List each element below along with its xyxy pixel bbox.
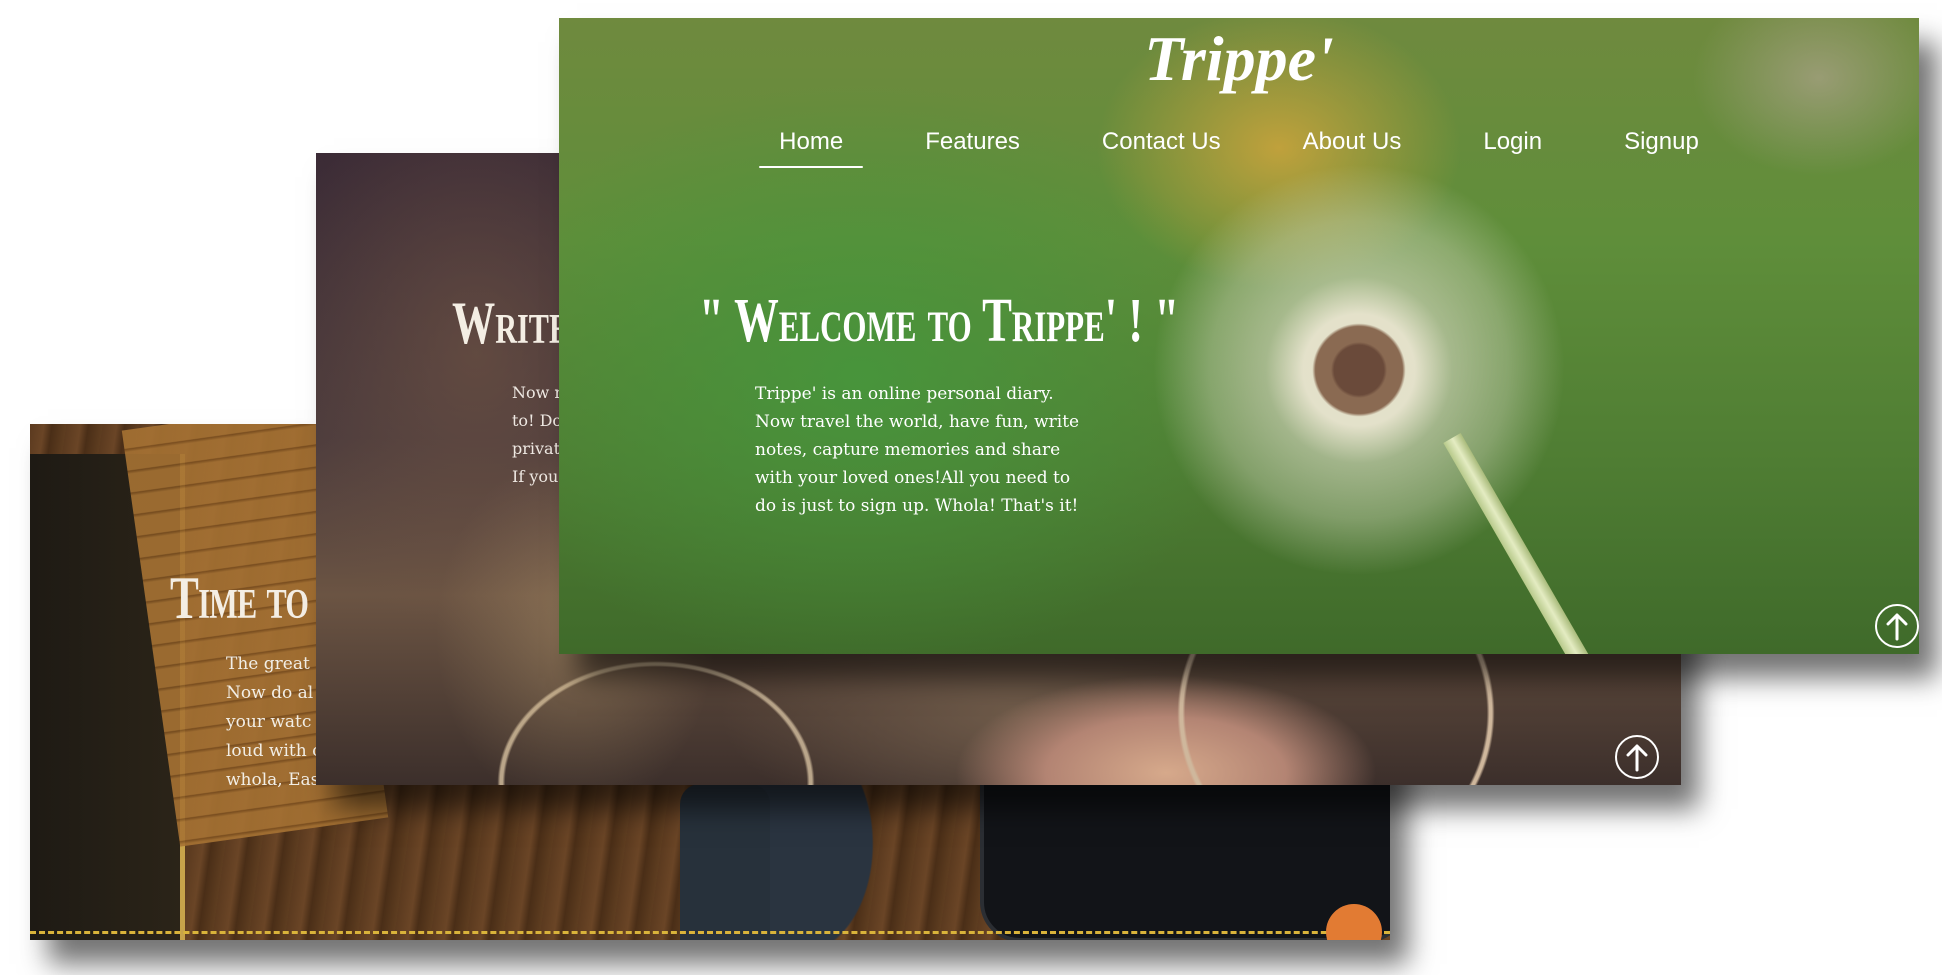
- nav-contact-us[interactable]: Contact Us: [1082, 120, 1241, 170]
- watch-band-image: [680, 784, 770, 940]
- slide-title: Time to u: [170, 565, 340, 631]
- nav-signup[interactable]: Signup: [1604, 120, 1719, 170]
- scroll-up-icon[interactable]: [1615, 735, 1659, 779]
- nav-features[interactable]: Features: [905, 120, 1040, 170]
- hero-description: Trippe' is an online personal diary. Now…: [755, 384, 1080, 516]
- scroll-up-icon[interactable]: [1875, 604, 1919, 648]
- nav-login[interactable]: Login: [1463, 120, 1562, 170]
- slide-card-home: Trippe' Home Features Contact Us About U…: [559, 18, 1919, 654]
- hero-title: " Welcome to Trippe' ! ": [699, 287, 1180, 355]
- site-logo[interactable]: Trippe': [559, 18, 1919, 96]
- main-nav: Home Features Contact Us About Us Login …: [559, 120, 1919, 170]
- dashed-divider: [30, 931, 1390, 934]
- nav-about-us[interactable]: About Us: [1283, 120, 1422, 170]
- nav-home[interactable]: Home: [759, 120, 864, 170]
